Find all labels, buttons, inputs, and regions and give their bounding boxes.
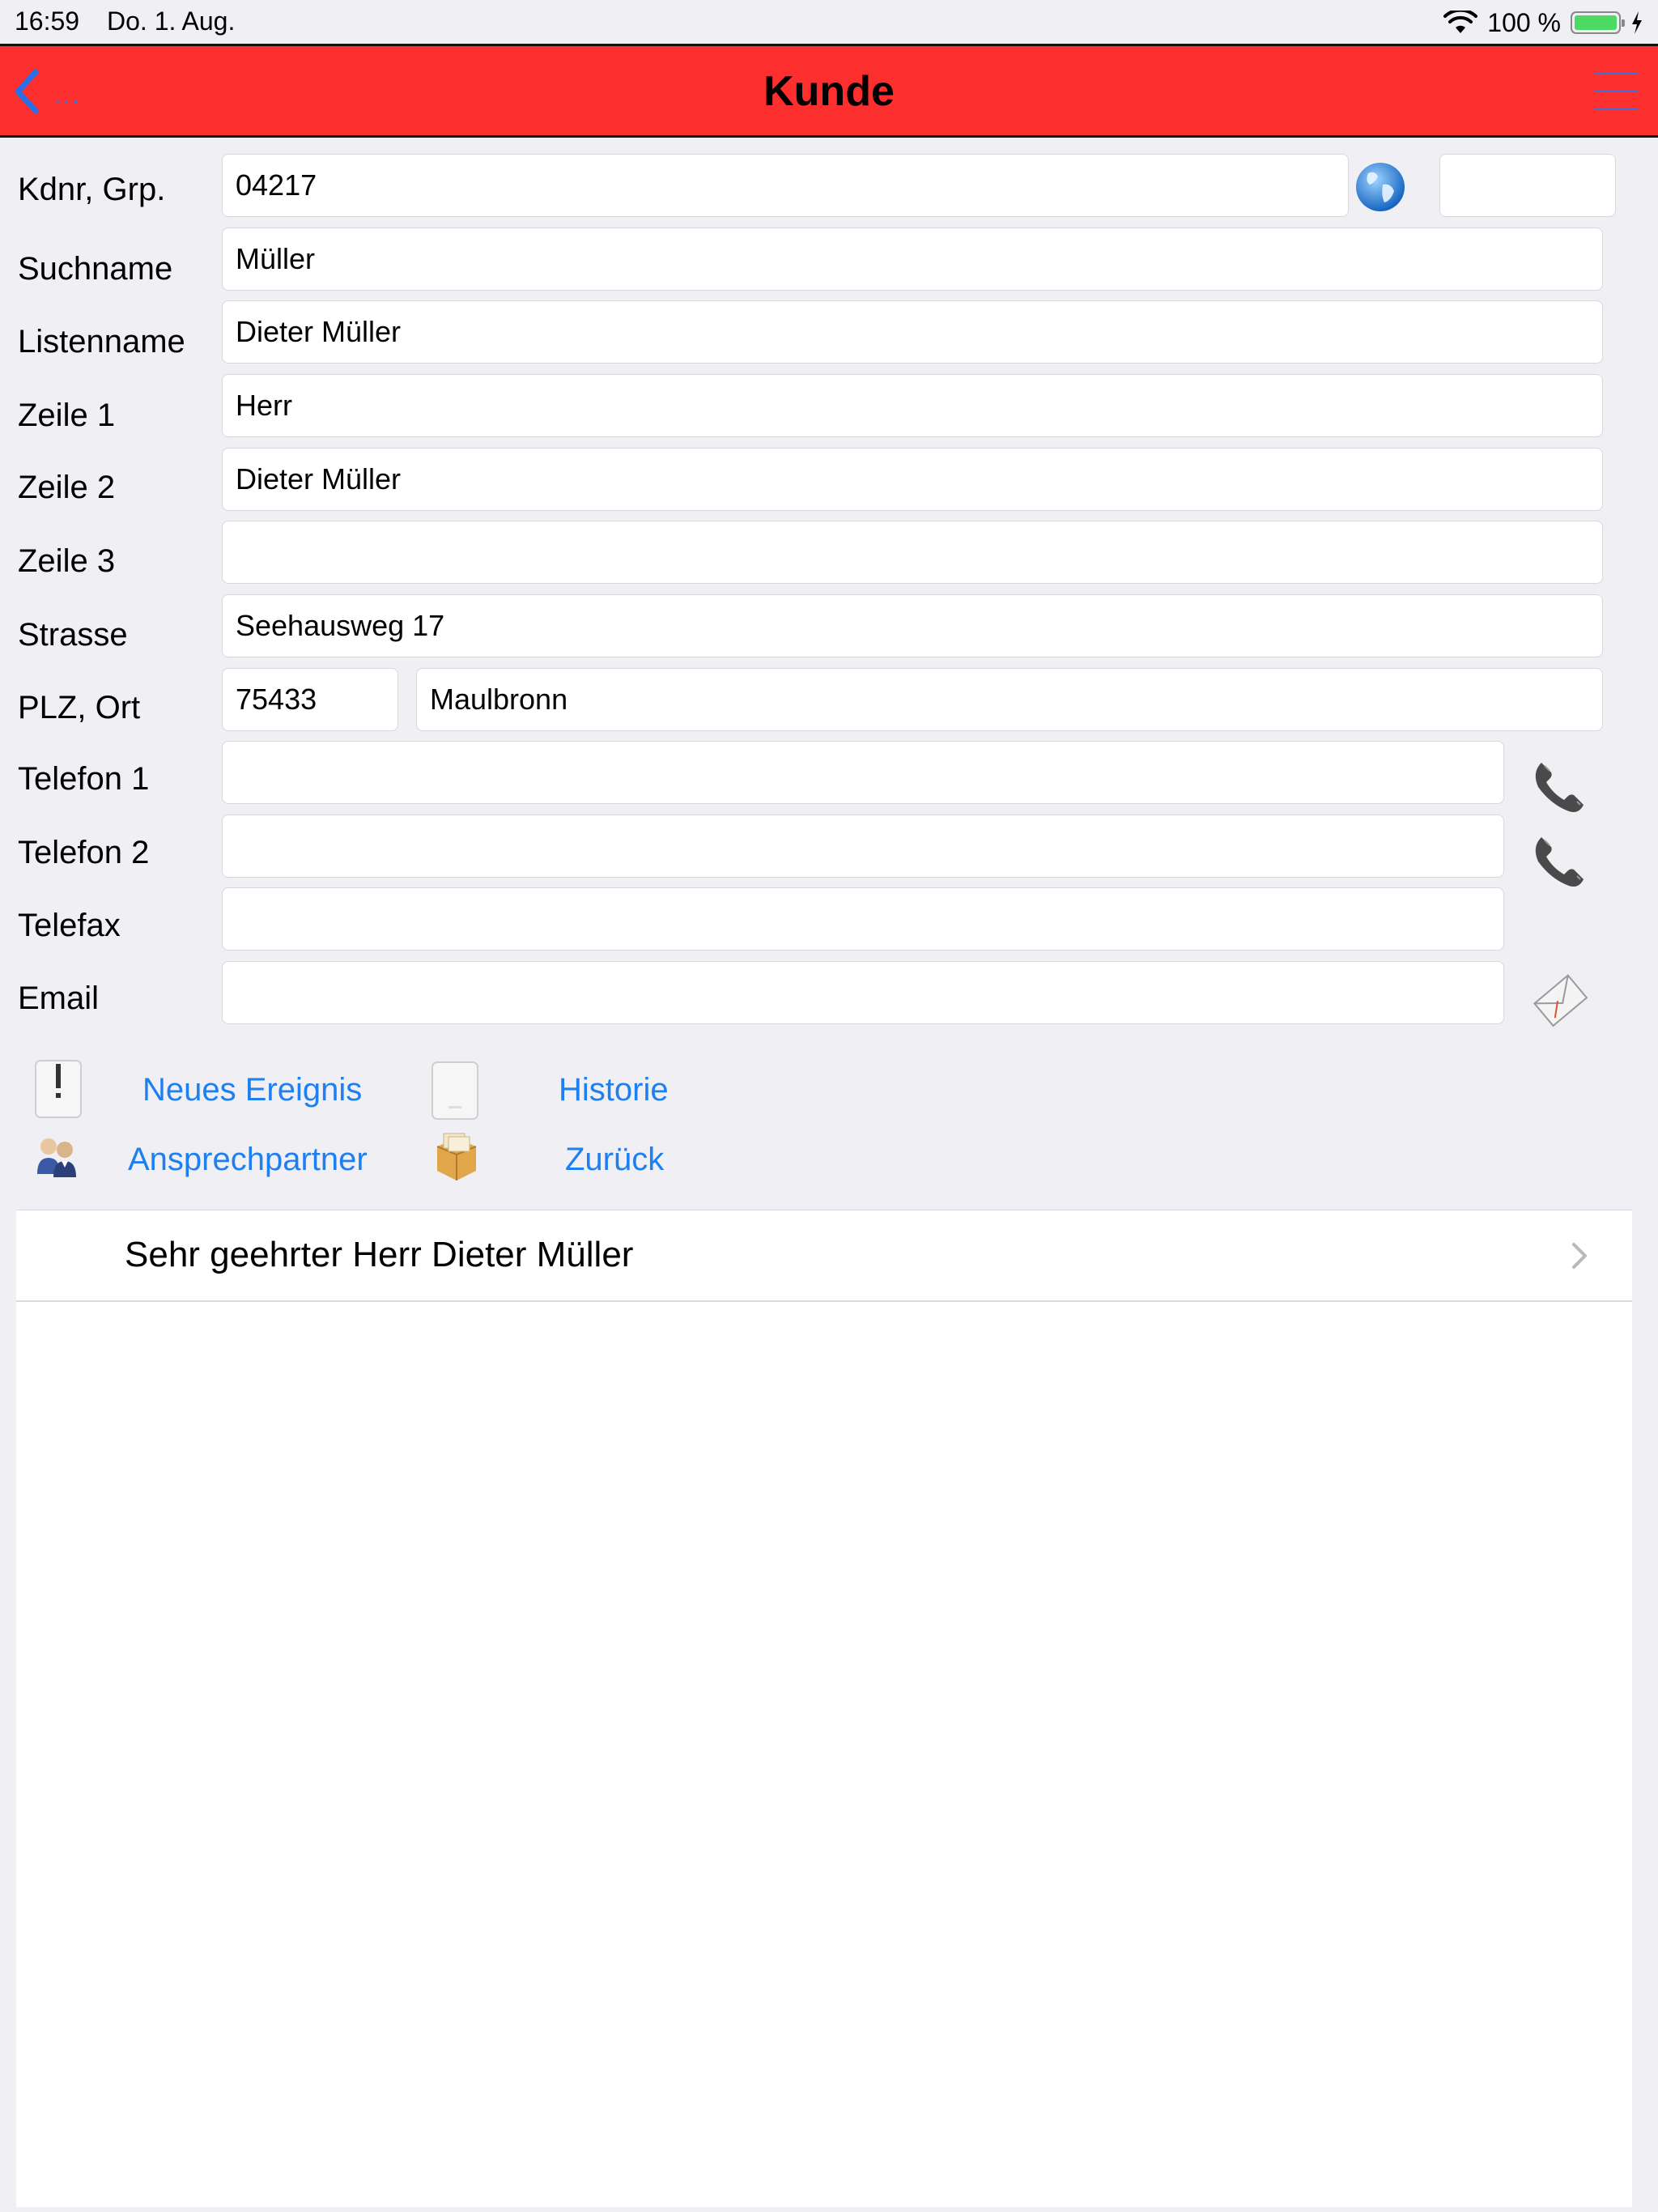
wifi-icon	[1443, 11, 1478, 33]
strasse-input[interactable]	[222, 594, 1603, 657]
archive-box-icon[interactable]	[431, 1130, 481, 1184]
salutation-list: Sehr geehrter Herr Dieter Müller	[16, 1210, 1632, 2207]
zeile2-label: Zeile 2	[18, 470, 116, 505]
zeile3-input[interactable]	[222, 521, 1603, 584]
listenname-input[interactable]	[222, 300, 1603, 364]
charging-bolt-icon	[1632, 11, 1642, 34]
email-input[interactable]	[222, 961, 1504, 1024]
suchname-label: Suchname	[18, 251, 173, 287]
battery-icon	[1571, 11, 1625, 34]
navigation-bar: ... Kunde	[0, 44, 1658, 138]
zeile3-label: Zeile 3	[18, 543, 116, 579]
hamburger-icon	[1595, 72, 1639, 74]
zeile2-input[interactable]	[222, 448, 1603, 511]
battery-fill	[1575, 15, 1617, 30]
telefon1-input[interactable]	[222, 741, 1504, 804]
listenname-label: Listenname	[18, 324, 185, 359]
zurueck-link[interactable]: Zurück	[565, 1140, 664, 1179]
telefon1-label: Telefon 1	[18, 761, 150, 797]
email-label: Email	[18, 981, 100, 1016]
plz-input[interactable]	[222, 668, 398, 731]
neues-ereignis-link[interactable]: Neues Ereignis	[142, 1070, 362, 1109]
suchname-input[interactable]	[222, 228, 1603, 291]
kdnr-label: Kdnr, Grp.	[18, 172, 166, 207]
historie-link[interactable]: Historie	[559, 1070, 669, 1109]
grp-input[interactable]	[1439, 154, 1616, 217]
telefax-label: Telefax	[18, 908, 121, 943]
zeile1-input[interactable]	[222, 374, 1603, 437]
status-indicators: 100 %	[1443, 6, 1643, 39]
globe-icon[interactable]	[1354, 160, 1407, 214]
kdnr-input[interactable]	[222, 154, 1349, 217]
document-icon[interactable]	[429, 1061, 481, 1121]
battery-percent: 100 %	[1487, 7, 1561, 37]
telefon2-label: Telefon 2	[18, 835, 150, 870]
page-title: Kunde	[763, 68, 895, 115]
ort-input[interactable]	[416, 668, 1603, 731]
phone-icon[interactable]	[1530, 832, 1588, 891]
alert-document-icon[interactable]	[32, 1059, 84, 1119]
status-bar: 16:59 Do. 1. Aug. 100 %	[0, 0, 1658, 44]
list-item-label: Sehr geehrter Herr Dieter Müller	[125, 1235, 634, 1274]
zeile1-label: Zeile 1	[18, 398, 116, 433]
telefon2-input[interactable]	[222, 815, 1504, 878]
chevron-right-icon	[1572, 1243, 1587, 1269]
plz-ort-label: PLZ, Ort	[18, 690, 141, 725]
status-time: 16:59	[15, 6, 80, 36]
strasse-label: Strasse	[18, 617, 128, 653]
ansprechpartner-link[interactable]: Ansprechpartner	[128, 1140, 368, 1179]
contacts-icon[interactable]	[31, 1135, 81, 1180]
status-date: Do. 1. Aug.	[107, 6, 236, 36]
email-icon[interactable]	[1528, 968, 1592, 1032]
telefax-input[interactable]	[222, 887, 1504, 951]
menu-button[interactable]	[1595, 72, 1639, 111]
phone-icon[interactable]	[1530, 758, 1588, 816]
list-item[interactable]: Sehr geehrter Herr Dieter Müller	[16, 1210, 1632, 1302]
